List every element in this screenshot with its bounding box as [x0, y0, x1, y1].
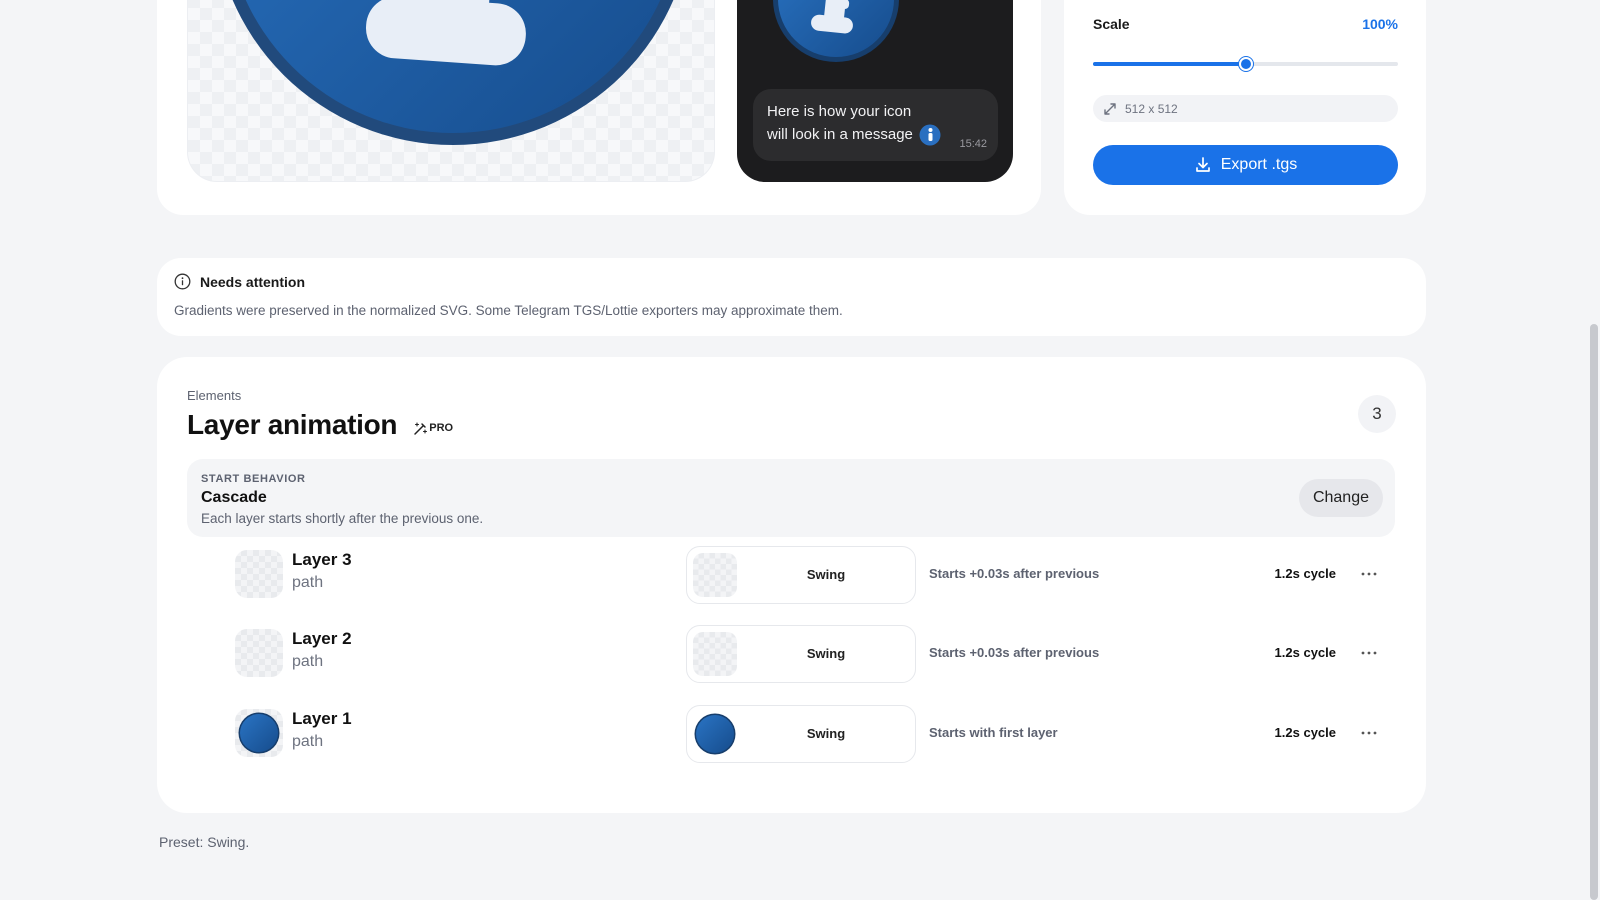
layer-cycle-duration: 1.2s cycle	[1274, 725, 1336, 740]
layer-cycle-duration: 1.2s cycle	[1274, 645, 1336, 660]
start-behavior-name: Cascade	[201, 489, 267, 506]
layer-name: Layer 3	[292, 550, 352, 569]
message-text-line2: will look in a message	[767, 126, 913, 143]
message-timestamp: 15:42	[959, 138, 987, 150]
layer-count-badge: 3	[1358, 395, 1396, 433]
layer-row: Layer 1 path Swing Starts with first lay…	[157, 705, 1426, 763]
layer-more-button[interactable]	[1355, 719, 1383, 747]
export-settings-card: Scale 100% 512 x 512 Export .tgs	[1064, 0, 1426, 215]
layer-thumbnail	[235, 629, 283, 677]
layer-thumbnail	[235, 550, 283, 598]
message-bubble: Here is how your icon will look in a mes…	[753, 89, 998, 161]
download-icon	[1195, 157, 1210, 172]
icon-preview-card: Here is how your icon will look in a mes…	[157, 0, 1041, 215]
resize-arrows-icon	[1104, 102, 1116, 115]
layer-name: Layer 1	[292, 709, 352, 728]
attention-title: Needs attention	[200, 273, 306, 290]
layer-more-button[interactable]	[1355, 639, 1383, 667]
layer-animation-title: Layer animation	[187, 409, 398, 440]
layer-start-timing: Starts +0.03s after previous	[929, 566, 1100, 581]
animation-name: Swing	[806, 646, 846, 661]
scale-slider-fill	[1093, 62, 1246, 66]
start-behavior-description: Each layer starts shortly after the prev…	[201, 511, 484, 526]
animation-name: Swing	[806, 726, 846, 741]
layer-type: path	[292, 653, 324, 670]
info-circle-icon	[174, 273, 191, 290]
start-behavior-label: START BEHAVIOR	[201, 473, 306, 485]
attention-message: Gradients were preserved in the normaliz…	[174, 303, 843, 318]
inline-info-icon	[919, 124, 941, 145]
size-field[interactable]: 512 x 512	[1093, 95, 1398, 122]
layer-more-button[interactable]	[1355, 560, 1383, 588]
magic-wand-icon	[414, 421, 428, 435]
more-dots-icon	[1361, 572, 1377, 576]
animation-thumbnail	[693, 632, 737, 676]
layer-animation-card: Elements Layer animation PRO 3 START BEH…	[157, 357, 1426, 813]
more-dots-icon	[1361, 651, 1377, 655]
start-behavior-panel: START BEHAVIOR Cascade Each layer starts…	[187, 459, 1395, 537]
pro-label: PRO	[429, 422, 454, 434]
layer-start-timing: Starts with first layer	[929, 725, 1058, 740]
layer-cycle-duration: 1.2s cycle	[1274, 566, 1336, 581]
blue-circle-thumbnail	[238, 712, 280, 754]
page-scrollbar[interactable]	[1588, 0, 1600, 900]
export-button-label: Export .tgs	[1220, 156, 1298, 173]
large-info-icon-preview	[232, 0, 674, 145]
layer-type: path	[292, 574, 324, 591]
scale-value: 100%	[1362, 16, 1398, 32]
animation-name: Swing	[806, 567, 846, 582]
pro-badge: PRO	[413, 421, 453, 436]
message-text-line1: Here is how your icon	[767, 103, 912, 120]
size-value: 512 x 512	[1125, 101, 1178, 116]
section-label: Elements	[187, 388, 242, 403]
animation-selector[interactable]: Swing	[686, 546, 916, 604]
scale-slider-thumb[interactable]	[1238, 57, 1253, 71]
layer-start-timing: Starts +0.03s after previous	[929, 645, 1100, 660]
animation-selector[interactable]: Swing	[686, 705, 916, 763]
animation-selector[interactable]: Swing	[686, 625, 916, 683]
preset-note: Preset: Swing.	[159, 834, 250, 850]
layer-type: path	[292, 733, 324, 750]
needs-attention-notice: Needs attention Gradients were preserved…	[157, 258, 1426, 336]
layer-row: Layer 2 path Swing Starts +0.03s after p…	[157, 625, 1426, 683]
more-dots-icon	[1361, 731, 1377, 735]
scale-slider[interactable]	[1093, 57, 1398, 71]
scrollbar-thumb[interactable]	[1590, 324, 1598, 900]
blue-circle-thumbnail	[694, 713, 736, 755]
change-start-behavior-button[interactable]: Change	[1298, 479, 1383, 517]
layer-thumbnail	[235, 709, 283, 757]
layer-name: Layer 2	[292, 629, 352, 648]
transparent-preview-area	[187, 0, 715, 182]
sticker-preview-icon	[773, 0, 899, 62]
layer-row: Layer 3 path Swing Starts +0.03s after p…	[157, 546, 1426, 604]
animation-thumbnail	[693, 712, 737, 756]
export-tgs-button[interactable]: Export .tgs	[1093, 145, 1398, 185]
message-preview-phone: Here is how your icon will look in a mes…	[737, 0, 1013, 182]
scale-label: Scale	[1093, 16, 1130, 32]
animation-thumbnail	[693, 553, 737, 597]
